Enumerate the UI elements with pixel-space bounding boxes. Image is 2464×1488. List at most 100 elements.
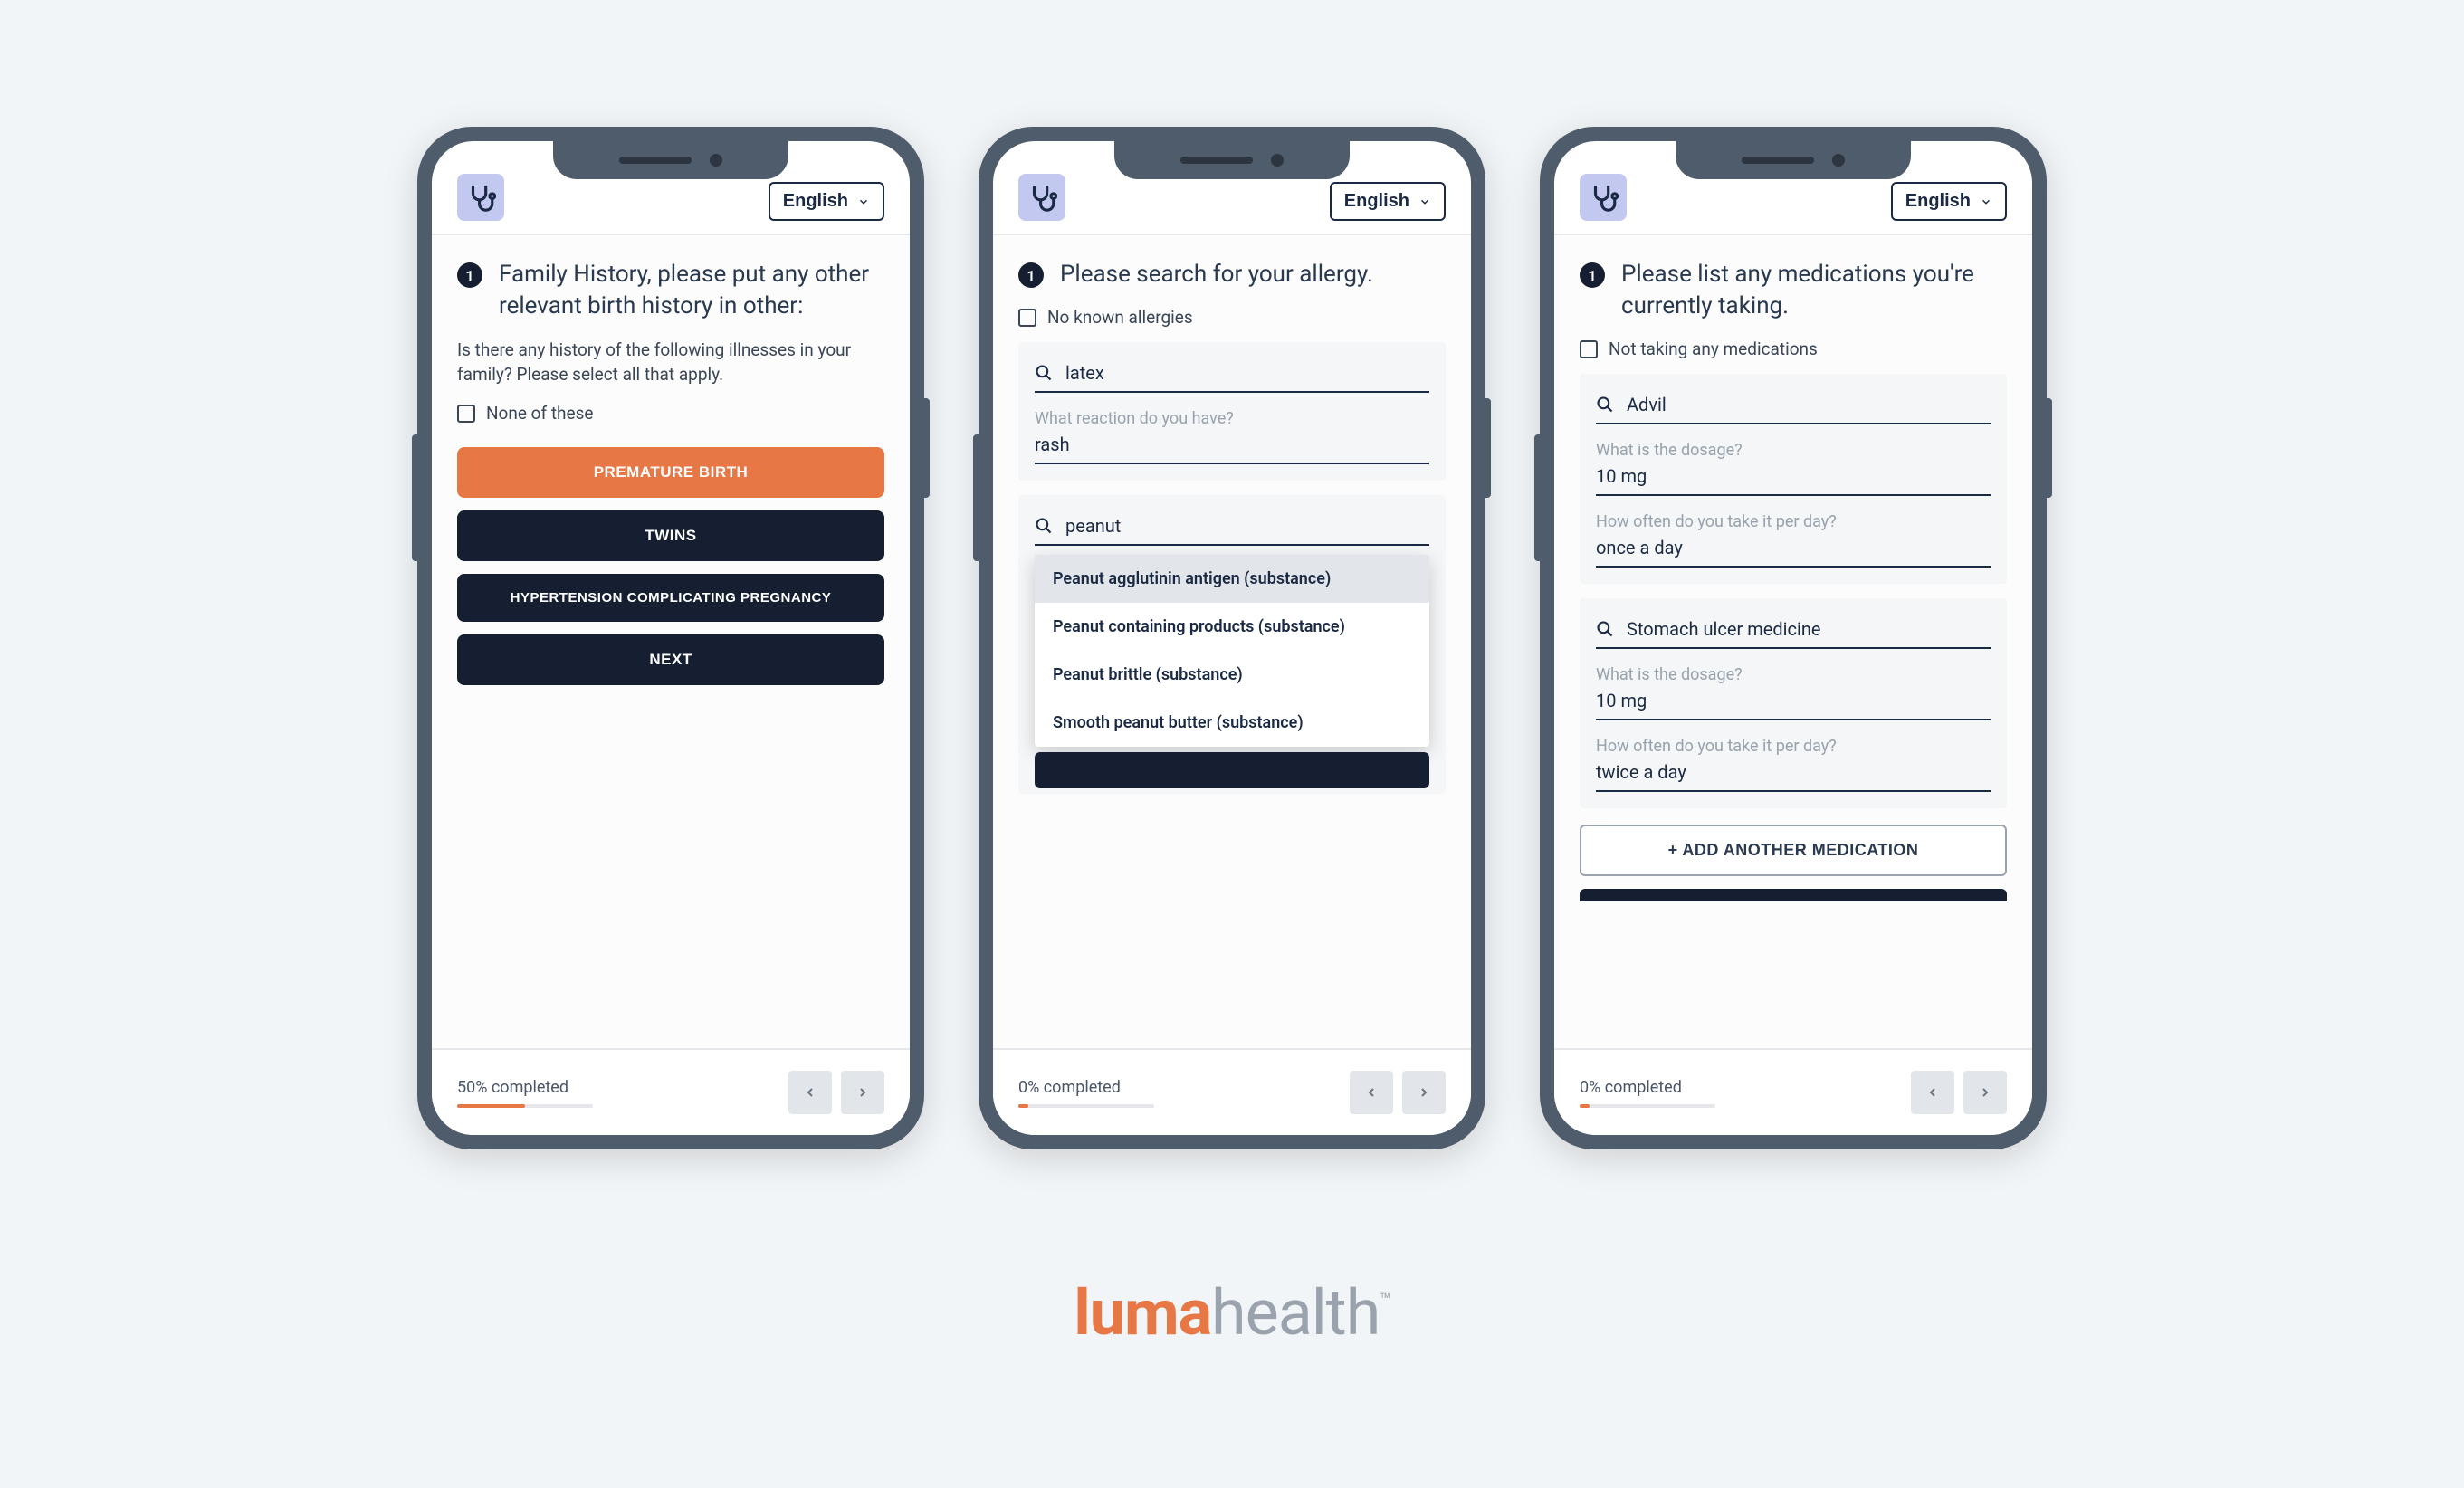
checkbox-label: Not taking any medications: [1609, 339, 1818, 359]
option-twins[interactable]: TWINS: [457, 510, 884, 561]
search-icon: [1035, 517, 1053, 535]
dropdown-item[interactable]: Smooth peanut butter (substance): [1035, 699, 1429, 747]
next-button[interactable]: NEXT: [457, 634, 884, 685]
none-of-these-checkbox[interactable]: None of these: [457, 403, 884, 424]
search-icon: [1596, 396, 1614, 414]
chevron-right-icon: [1978, 1085, 1992, 1100]
phone-mockup-3: English 1 Please list any medications yo…: [1540, 127, 2047, 1149]
footer-bar: 0% completed: [993, 1048, 1471, 1135]
phone-notch: [553, 141, 788, 179]
dropdown-item[interactable]: Peanut containing products (substance): [1035, 603, 1429, 651]
language-label: English: [1905, 191, 1971, 212]
question-title: Please search for your allergy.: [1060, 259, 1373, 291]
question-title: Family History, please put any other rel…: [499, 259, 884, 322]
search-value: Stomach ulcer medicine: [1627, 618, 1820, 640]
checkbox-icon: [1580, 340, 1598, 358]
search-icon: [1035, 364, 1053, 382]
screen-2: English 1 Please search for your allergy…: [993, 141, 1471, 1135]
option-hypertension[interactable]: HYPERTENSION COMPLICATING PREGNANCY: [457, 574, 884, 622]
language-label: English: [1344, 191, 1409, 212]
stethoscope-icon: [1580, 174, 1627, 221]
frequency-label: How often do you take it per day?: [1596, 512, 1991, 531]
frequency-input[interactable]: once a day: [1596, 533, 1991, 568]
chevron-down-icon: [1418, 196, 1431, 208]
dosage-label: What is the dosage?: [1596, 441, 1991, 460]
dosage-input[interactable]: 10 mg: [1596, 462, 1991, 496]
next-nav-button[interactable]: [1402, 1071, 1446, 1114]
question-number: 1: [457, 262, 482, 288]
chevron-left-icon: [1364, 1085, 1379, 1100]
chevron-left-icon: [803, 1085, 817, 1100]
autocomplete-dropdown: Peanut agglutinin antigen (substance) Pe…: [1035, 555, 1429, 747]
screen-1: English 1 Family History, please put any…: [432, 141, 910, 1135]
stethoscope-icon: [1018, 174, 1065, 221]
no-known-allergies-checkbox[interactable]: No known allergies: [1018, 307, 1446, 328]
medication-card-2: Stomach ulcer medicine What is the dosag…: [1580, 598, 2007, 808]
progress-label: 0% completed: [1018, 1078, 1154, 1097]
search-value: peanut: [1065, 515, 1121, 537]
content-area: 1 Family History, please put any other r…: [432, 235, 910, 1048]
partial-button[interactable]: [1580, 889, 2007, 901]
prev-button[interactable]: [1350, 1071, 1393, 1114]
checkbox-icon: [457, 405, 475, 423]
allergy-card-1: latex What reaction do you have? rash: [1018, 342, 1446, 481]
dosage-label: What is the dosage?: [1596, 665, 1991, 684]
language-label: English: [783, 191, 848, 212]
search-value: latex: [1065, 362, 1104, 384]
footer-bar: 50% completed: [432, 1048, 910, 1135]
chevron-down-icon: [857, 196, 870, 208]
option-premature-birth[interactable]: PREMATURE BIRTH: [457, 447, 884, 498]
question-title: Please list any medications you're curre…: [1621, 259, 2007, 322]
content-area: 1 Please search for your allergy. No kno…: [993, 235, 1471, 1048]
question-number: 1: [1018, 262, 1044, 288]
language-select[interactable]: English: [769, 182, 884, 221]
prev-button[interactable]: [788, 1071, 832, 1114]
checkbox-icon: [1018, 309, 1036, 327]
footer-bar: 0% completed: [1554, 1048, 2032, 1135]
next-nav-button[interactable]: [841, 1071, 884, 1114]
medication-card-1: Advil What is the dosage? 10 mg How ofte…: [1580, 374, 2007, 584]
chevron-down-icon: [1980, 196, 1992, 208]
reaction-input[interactable]: rash: [1035, 430, 1429, 464]
brand-part1: luma: [1074, 1276, 1211, 1350]
frequency-label: How often do you take it per day?: [1596, 737, 1991, 756]
frequency-input[interactable]: twice a day: [1596, 758, 1991, 792]
progress-indicator: 0% completed: [1580, 1078, 1715, 1108]
next-nav-button[interactable]: [1963, 1071, 2007, 1114]
add-another-medication-button[interactable]: + ADD ANOTHER MEDICATION: [1580, 825, 2007, 876]
dosage-input[interactable]: 10 mg: [1596, 686, 1991, 720]
content-area: 1 Please list any medications you're cur…: [1554, 235, 2032, 1048]
lumahealth-logo: lumahealth™: [1074, 1276, 1390, 1350]
chevron-left-icon: [1925, 1085, 1940, 1100]
allergy-search-input[interactable]: latex: [1035, 357, 1429, 393]
search-icon: [1596, 620, 1614, 638]
prev-button[interactable]: [1911, 1071, 1954, 1114]
phone-notch: [1114, 141, 1350, 179]
not-taking-medications-checkbox[interactable]: Not taking any medications: [1580, 339, 2007, 359]
phone-mockup-2: English 1 Please search for your allergy…: [979, 127, 1485, 1149]
medication-search-input[interactable]: Advil: [1596, 388, 1991, 424]
phones-row: English 1 Family History, please put any…: [0, 0, 2464, 1149]
allergy-card-2: peanut Peanut agglutinin antigen (substa…: [1018, 495, 1446, 794]
progress-label: 50% completed: [457, 1078, 593, 1097]
language-select[interactable]: English: [1330, 182, 1446, 221]
screen-3: English 1 Please list any medications yo…: [1554, 141, 2032, 1135]
brand-part2: health: [1211, 1276, 1380, 1350]
medication-search-input[interactable]: Stomach ulcer medicine: [1596, 613, 1991, 649]
dropdown-item[interactable]: Peanut agglutinin antigen (substance): [1035, 555, 1429, 603]
partial-button[interactable]: [1035, 752, 1429, 788]
dropdown-item[interactable]: Peanut brittle (substance): [1035, 651, 1429, 699]
phone-notch: [1676, 141, 1911, 179]
allergy-search-input[interactable]: peanut: [1035, 510, 1429, 546]
phone-mockup-1: English 1 Family History, please put any…: [417, 127, 924, 1149]
progress-label: 0% completed: [1580, 1078, 1715, 1097]
language-select[interactable]: English: [1891, 182, 2007, 221]
chevron-right-icon: [1417, 1085, 1431, 1100]
checkbox-label: None of these: [486, 403, 593, 424]
search-value: Advil: [1627, 394, 1667, 415]
stethoscope-icon: [457, 174, 504, 221]
reaction-label: What reaction do you have?: [1035, 409, 1429, 428]
progress-indicator: 50% completed: [457, 1078, 593, 1108]
progress-indicator: 0% completed: [1018, 1078, 1154, 1108]
question-subtext: Is there any history of the following il…: [457, 339, 884, 386]
